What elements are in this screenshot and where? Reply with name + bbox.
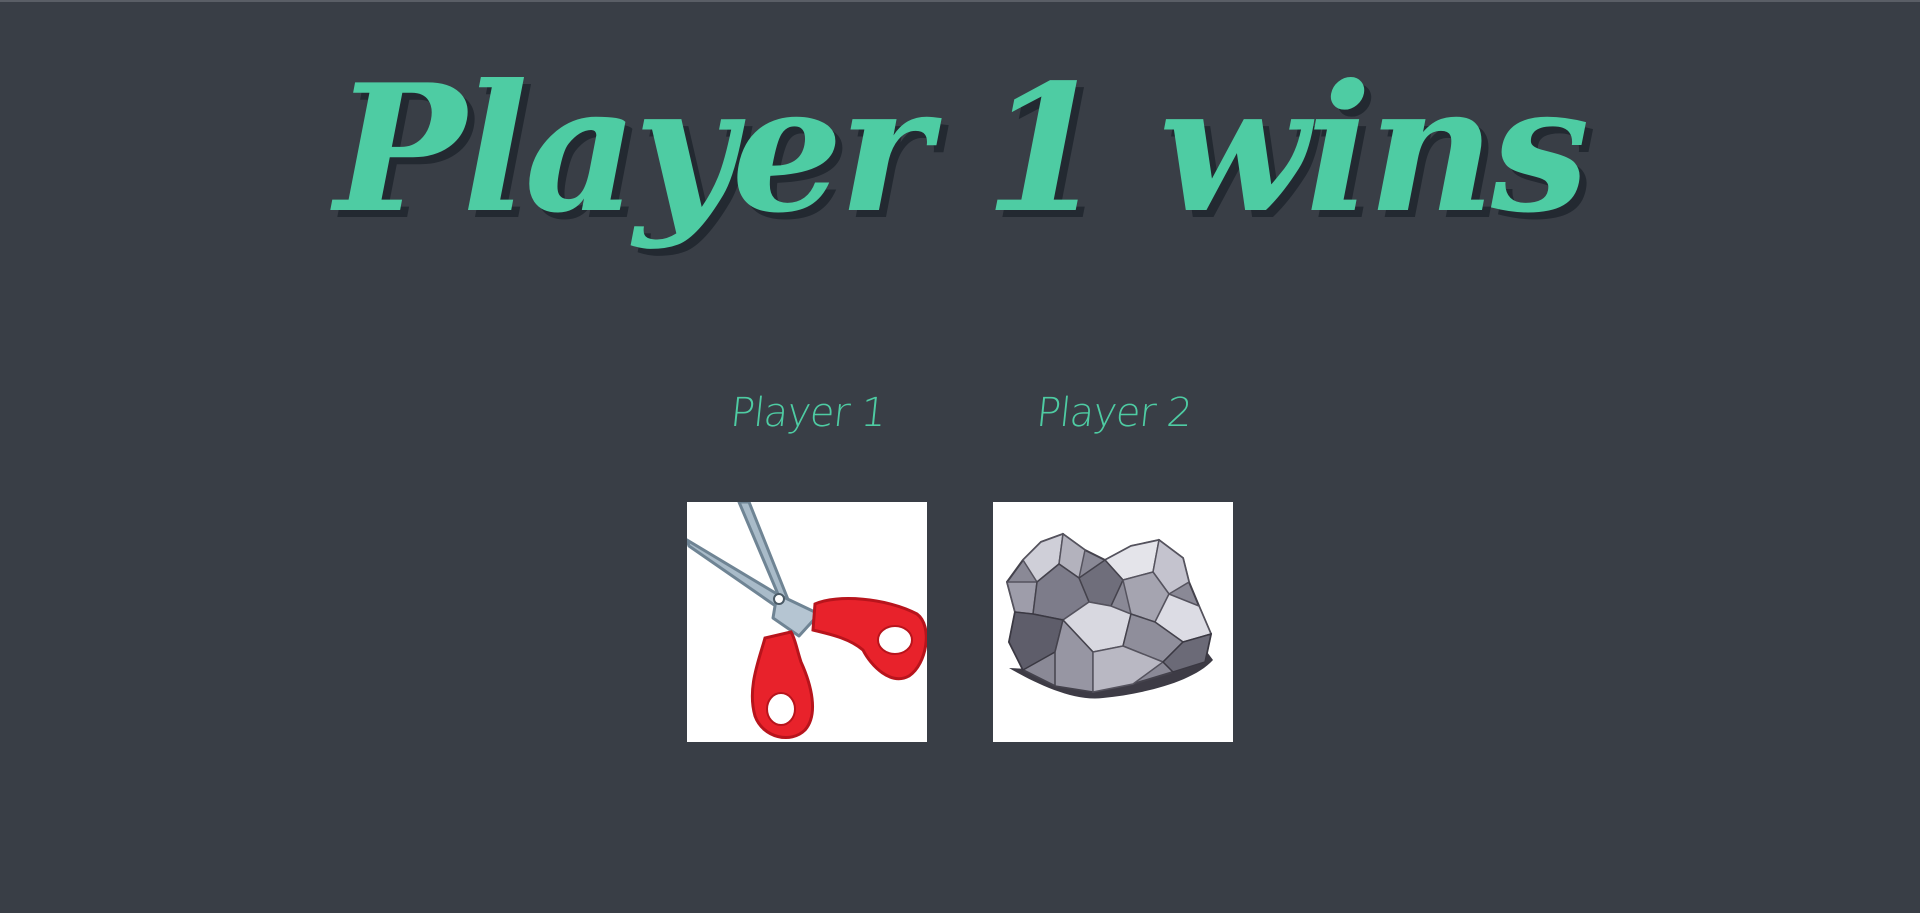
player-2-choice-image xyxy=(993,502,1233,742)
player-2-panel: Player 2 xyxy=(993,390,1233,742)
players-area: Player 1 Player 2 xyxy=(0,390,1920,742)
result-title: Player 1 wins xyxy=(334,47,1589,252)
crumpled-paper-icon xyxy=(993,502,1233,742)
player-1-panel: Player 1 xyxy=(687,390,927,742)
player-2-label: Player 2 xyxy=(1033,390,1194,436)
player-1-choice-image xyxy=(687,502,927,742)
player-1-label: Player 1 xyxy=(727,390,888,436)
scissors-icon xyxy=(687,502,927,742)
